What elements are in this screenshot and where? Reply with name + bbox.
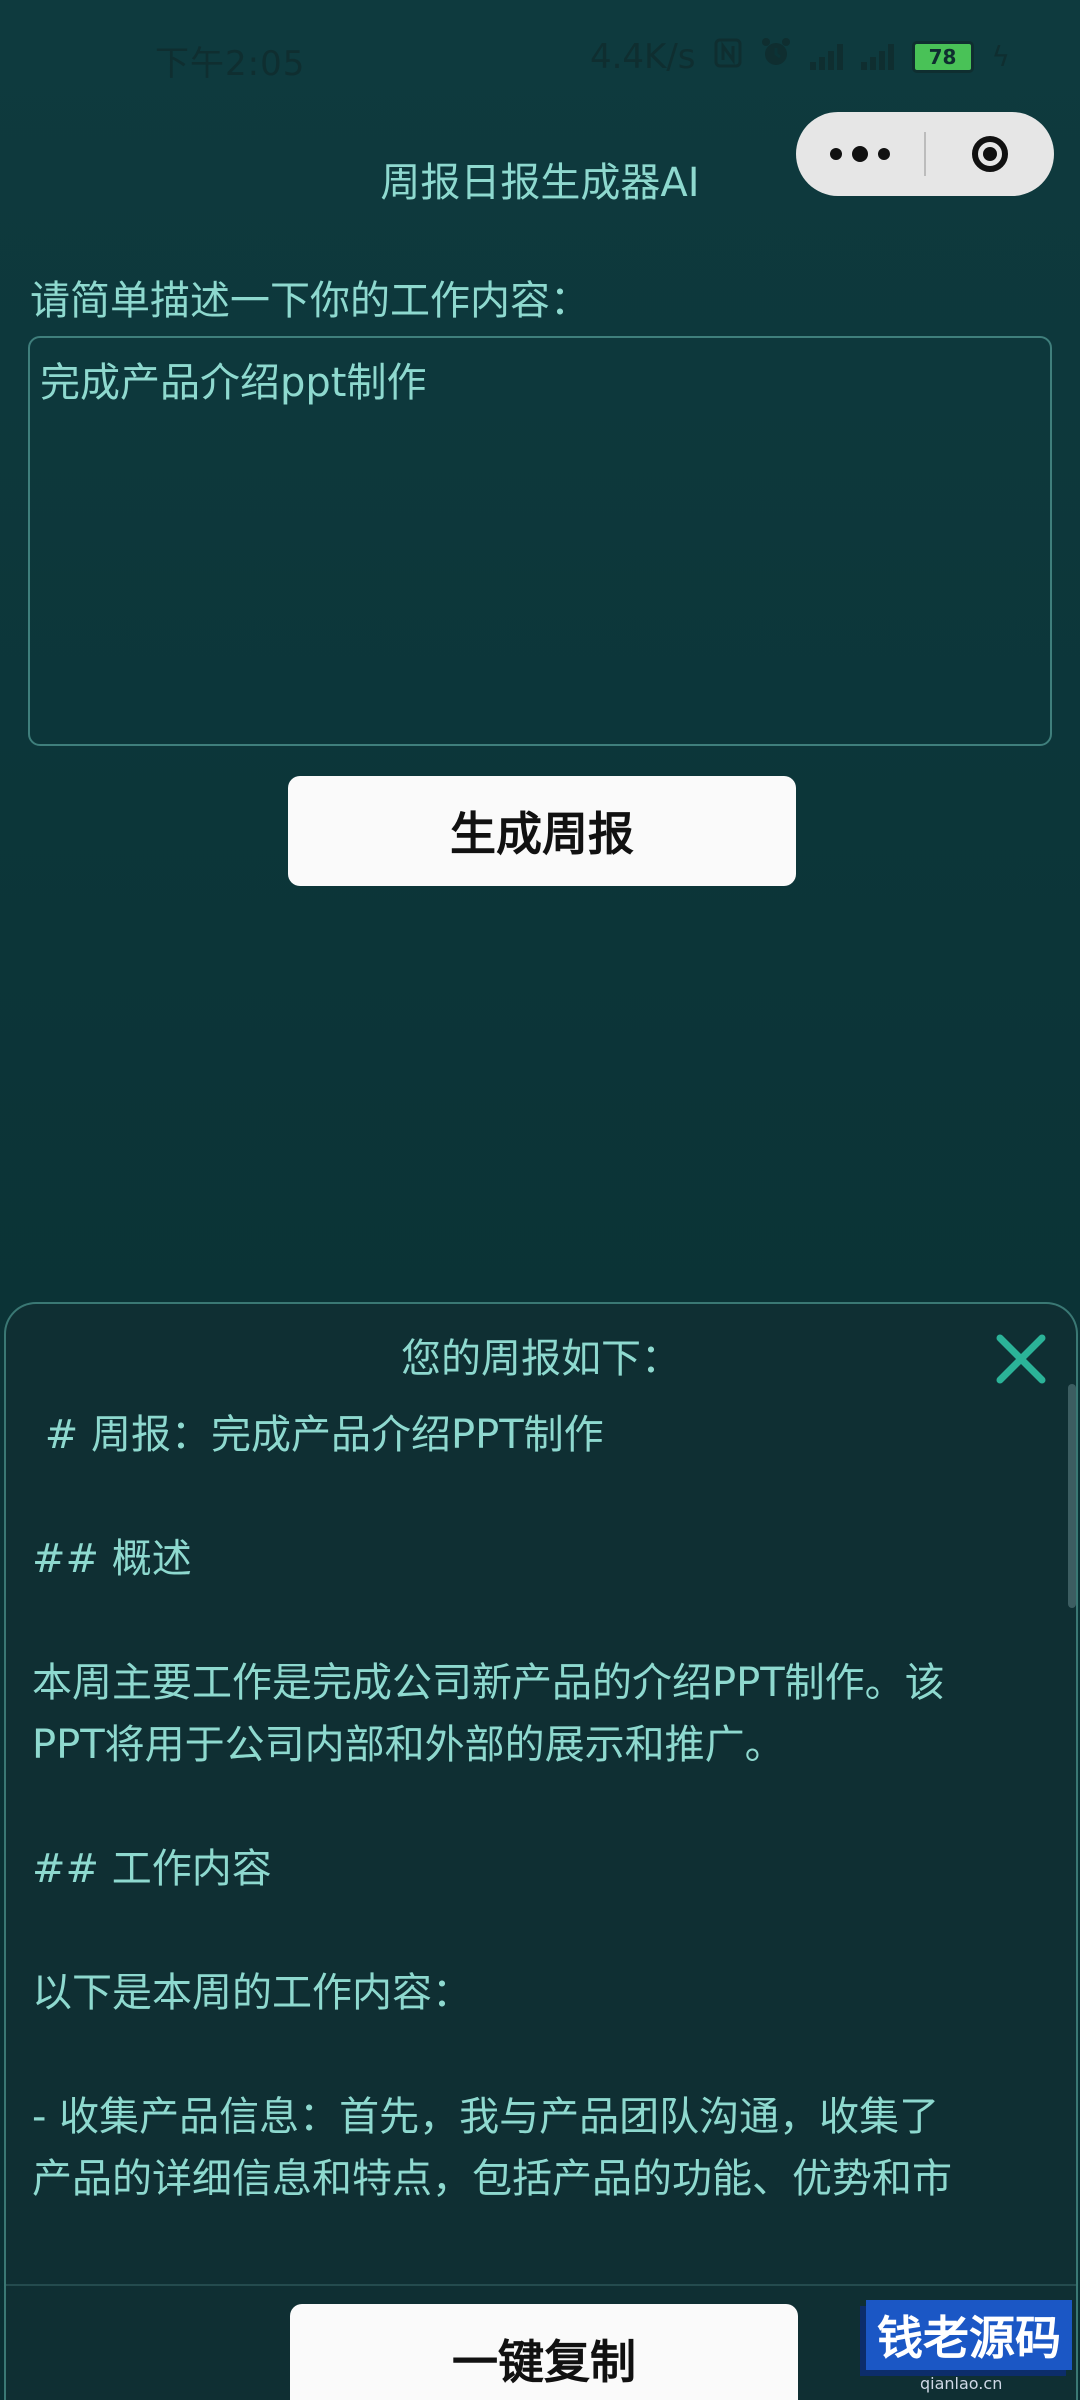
battery-icon: 78 [911, 40, 974, 73]
generate-report-button[interactable]: 生成周报 [288, 776, 796, 886]
watermark-sub: qianlao.cn [920, 2374, 1003, 2393]
report-line: 产品的详细信息和特点，包括产品的功能、优势和市 [32, 2156, 952, 2202]
app-screen: 下午2:05 4.4K/s 78 ϟ 周报日报生成器AI 请简单描述一下你的工作… [0, 0, 1080, 2400]
scroll-thumb[interactable] [1068, 1384, 1076, 1608]
status-bar: 下午2:05 4.4K/s 78 ϟ [0, 0, 1080, 110]
report-blank-line [32, 1466, 1042, 1528]
nfc-icon [714, 37, 742, 77]
network-speed: 4.4K/s [589, 36, 696, 77]
signal-icon-1 [809, 43, 843, 70]
close-icon [996, 1334, 1046, 1384]
close-button[interactable] [994, 1332, 1048, 1386]
charging-icon: ϟ [991, 40, 1010, 73]
work-description-input[interactable]: 完成产品介绍ppt制作 [28, 336, 1052, 746]
panel-divider [6, 2284, 1076, 2286]
result-panel: 您的周报如下： # 周报：完成产品介绍PPT制作 ## 概述本周主要工作是完成公司… [4, 1302, 1078, 2400]
report-line: # 周报：完成产品介绍PPT制作 [32, 1412, 604, 1458]
signal-icon-2 [860, 43, 894, 70]
report-blank-line [32, 1900, 1042, 1962]
report-content[interactable]: # 周报：完成产品介绍PPT制作 ## 概述本周主要工作是完成公司新产品的介绍PP… [32, 1404, 1042, 2254]
report-scrollbar[interactable] [1068, 1384, 1076, 2304]
result-title: 您的周报如下： [401, 1336, 681, 1382]
copy-button[interactable]: 一键复制 [290, 2304, 798, 2400]
report-blank-line [32, 2024, 1042, 2086]
prompt-label: 请简单描述一下你的工作内容： [30, 278, 590, 324]
report-blank-line [32, 1776, 1042, 1838]
report-blank-line [32, 1590, 1042, 1652]
report-line: ## 概述 [32, 1536, 192, 1582]
report-line: PPT将用于公司内部和外部的展示和推广。 [32, 1722, 785, 1768]
report-line: - 收集产品信息：首先，我与产品团队沟通，收集了 [32, 2094, 940, 2140]
battery-level: 78 [928, 44, 957, 69]
report-line: 以下是本周的工作内容： [32, 1970, 472, 2016]
watermark-text: 钱老源码 [866, 2300, 1072, 2370]
watermark-logo: 钱老源码 qianlao.cn [860, 2290, 1080, 2400]
status-indicators: 4.4K/s 78 ϟ [590, 36, 1010, 77]
report-line: ## 工作内容 [32, 1846, 272, 1892]
page-title: 周报日报生成器AI [380, 160, 700, 206]
report-line: 本周主要工作是完成公司新产品的介绍PPT制作。该 [32, 1660, 945, 1706]
alarm-icon [760, 36, 792, 77]
status-time: 下午2:05 [155, 44, 306, 84]
